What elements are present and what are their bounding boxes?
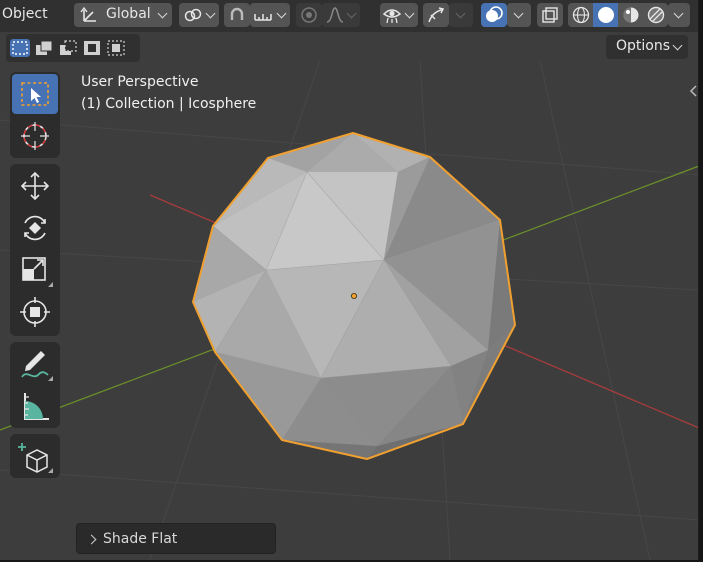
chevron-down-icon (673, 8, 684, 19)
selection-mode-group (6, 34, 140, 62)
select-box-icon (21, 82, 49, 106)
chevron-down-icon (404, 8, 415, 19)
proportional-editing-toggle[interactable] (296, 3, 322, 27)
pencil-icon (21, 351, 53, 381)
3d-viewport[interactable]: Object Global Options User Perspective (… (0, 0, 699, 560)
toolbar-add-group (10, 434, 60, 478)
object-mode-dropdown[interactable]: Object (2, 6, 48, 22)
chevron-right-icon (86, 534, 97, 545)
collection-object-label: (1) Collection | Icosphere (81, 96, 257, 112)
gizmo-dropdown[interactable] (449, 3, 473, 27)
overlays-icon (486, 6, 503, 22)
chevron-down-icon (157, 8, 168, 19)
scale-tool[interactable] (12, 250, 58, 290)
object-origin (350, 292, 357, 299)
transform-orientation-dropdown[interactable]: Global (74, 3, 172, 27)
toolbar-transform-group (10, 164, 60, 336)
pivot-point-dropdown[interactable] (179, 3, 219, 27)
overlays-dropdown[interactable] (507, 3, 531, 27)
select-new-button[interactable] (10, 39, 30, 57)
select-new-icon (12, 41, 28, 55)
chevron-left-icon (689, 85, 697, 97)
chevron-down-icon (276, 8, 287, 19)
solid-sphere-icon (598, 7, 614, 23)
magnet-icon (230, 7, 244, 20)
move-arrows-icon (20, 171, 50, 201)
orientation-gizmo-icon (80, 6, 96, 22)
proportional-editing-icon (301, 7, 317, 23)
select-subtract-icon (60, 40, 77, 55)
select-intersect-button[interactable] (106, 39, 126, 57)
viewport-header: Object Global (0, 0, 698, 32)
chevron-down-icon (205, 8, 216, 19)
add-cube-icon (18, 443, 53, 473)
select-intersect-icon (107, 40, 125, 56)
transform-icon (20, 297, 50, 327)
chevron-down-icon (346, 8, 357, 19)
options-label: Options (616, 38, 671, 54)
measure-tool[interactable] (12, 386, 58, 426)
rotate-icon (24, 215, 46, 241)
gizmo-icon (428, 7, 445, 23)
cursor-tool[interactable] (12, 116, 58, 156)
orientation-label: Global (106, 6, 151, 22)
rendered-shading-button[interactable] (643, 3, 668, 27)
transform-tool[interactable] (12, 292, 58, 332)
select-extend-button[interactable] (34, 39, 54, 57)
select-extend-icon (36, 40, 53, 55)
toolbar-annotate-group (10, 342, 60, 428)
select-box-tool[interactable] (12, 74, 58, 114)
shading-dropdown[interactable] (668, 3, 690, 27)
snap-toggle[interactable] (224, 3, 250, 27)
options-dropdown[interactable]: Options (606, 35, 688, 59)
rotate-tool[interactable] (12, 208, 58, 248)
3d-cursor-icon (21, 122, 49, 150)
snap-target-dropdown[interactable] (250, 3, 290, 27)
scale-icon (22, 257, 53, 287)
ruler-icon (24, 393, 49, 420)
material-preview-button[interactable] (618, 3, 643, 27)
last-operator-panel[interactable]: Shade Flat (76, 523, 276, 554)
chevron-down-icon (455, 8, 466, 19)
select-invert-icon (84, 41, 100, 55)
icosphere[interactable] (192, 132, 516, 460)
solid-shading-button[interactable] (593, 3, 618, 27)
last-operator-label: Shade Flat (103, 531, 178, 547)
view-name-label: User Perspective (81, 74, 199, 90)
rendered-sphere-icon (647, 6, 665, 24)
move-tool[interactable] (12, 166, 58, 206)
shading-mode-group (568, 3, 668, 27)
pivot-icon (184, 8, 202, 22)
wireframe-shading-button[interactable] (568, 3, 593, 27)
sidebar-toggle[interactable] (688, 83, 698, 97)
material-sphere-icon (623, 7, 639, 23)
annotate-tool[interactable] (12, 344, 58, 384)
gizmo-toggle[interactable] (423, 3, 449, 27)
visibility-dropdown[interactable] (380, 3, 418, 27)
xray-icon (542, 7, 558, 23)
overlays-toggle[interactable] (481, 3, 507, 27)
toolbar-select-group (10, 72, 60, 158)
add-cube-tool[interactable] (12, 436, 58, 476)
falloff-curve-icon (326, 7, 344, 23)
eye-icon (382, 9, 402, 24)
wireframe-sphere-icon (572, 6, 590, 24)
xray-toggle[interactable] (537, 3, 563, 27)
select-invert-button[interactable] (82, 39, 102, 57)
chevron-down-icon (513, 8, 524, 19)
proportional-falloff-dropdown[interactable] (322, 3, 360, 27)
select-subtract-button[interactable] (58, 39, 78, 57)
chevron-down-icon (672, 40, 683, 51)
snap-increment-icon (254, 14, 272, 21)
